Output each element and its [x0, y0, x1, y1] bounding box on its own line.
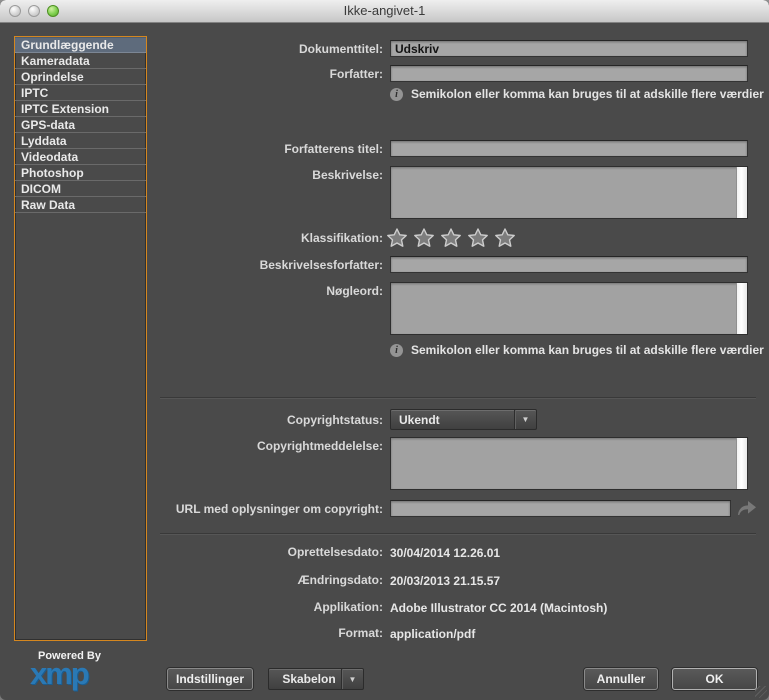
copyright-url-label: URL med oplysninger om copyright: — [175, 502, 383, 516]
template-dropdown-button[interactable]: Skabelon ▼ — [268, 668, 364, 690]
author-title-label: Forfatterens titel: — [284, 142, 383, 156]
hint-text: Semikolon eller komma kan bruges til at … — [411, 343, 764, 357]
description-textbox — [390, 166, 748, 219]
hint-text: Semikolon eller komma kan bruges til at … — [411, 87, 764, 101]
keywords-textbox — [390, 282, 748, 335]
ok-button[interactable]: OK — [672, 668, 757, 690]
copyright-notice-textbox — [390, 437, 748, 490]
sidebar-item-videodata[interactable]: Videodata — [15, 149, 146, 165]
sidebar-item-iptc[interactable]: IPTC — [15, 85, 146, 101]
cancel-button[interactable]: Annuller — [584, 668, 658, 690]
chevron-down-icon: ▼ — [514, 410, 536, 429]
keywords-label: Nøgleord: — [326, 284, 383, 298]
file-info-dialog: Ikke-angivet-1 Grundlæggende Kameradata … — [0, 0, 769, 700]
sidebar-item-lyddata[interactable]: Lyddata — [15, 133, 146, 149]
star-icon[interactable] — [495, 228, 515, 247]
titlebar[interactable]: Ikke-angivet-1 — [0, 0, 769, 23]
rating-stars — [387, 228, 515, 247]
copyright-status-dropdown[interactable]: Ukendt ▼ — [390, 409, 537, 430]
copyright-notice-label: Copyrightmeddelelse: — [256, 439, 383, 453]
star-icon[interactable] — [468, 228, 488, 247]
multi-value-hint: i Semikolon eller komma kan bruges til a… — [390, 343, 764, 357]
document-title-label: Dokumenttitel: — [299, 42, 383, 56]
resize-grip[interactable] — [755, 686, 767, 698]
star-icon[interactable] — [414, 228, 434, 247]
application-label: Applikation: — [313, 600, 383, 614]
star-icon[interactable] — [441, 228, 461, 247]
document-title-input[interactable] — [390, 40, 748, 57]
window-title: Ikke-angivet-1 — [343, 3, 426, 18]
section-divider — [160, 533, 756, 534]
go-to-url-arrow-icon[interactable] — [736, 499, 758, 518]
application-value: Adobe Illustrator CC 2014 (Macintosh) — [390, 601, 608, 615]
info-icon: i — [390, 343, 403, 357]
modified-date-value: 20/03/2013 21.15.57 — [390, 574, 501, 588]
multi-value-hint: i Semikolon eller komma kan bruges til a… — [390, 87, 764, 101]
created-date-label: Oprettelsesdato: — [287, 545, 383, 559]
scrollbar-track[interactable] — [736, 283, 747, 334]
description-writer-label: Beskrivelsesforfatter: — [259, 258, 383, 272]
scrollbar-track[interactable] — [736, 438, 747, 489]
description-textarea[interactable] — [391, 167, 736, 218]
created-date-value: 30/04/2014 12.26.01 — [390, 546, 501, 560]
copyright-url-input[interactable] — [390, 500, 731, 517]
description-label: Beskrivelse: — [312, 168, 383, 182]
scrollbar-track[interactable] — [736, 167, 747, 218]
keywords-textarea[interactable] — [391, 283, 736, 334]
copyright-status-label: Copyrightstatus: — [287, 413, 383, 427]
sidebar-item-grundlaeggende[interactable]: Grundlæggende — [15, 37, 146, 53]
sidebar-item-iptc-extension[interactable]: IPTC Extension — [15, 101, 146, 117]
sidebar-item-oprindelse[interactable]: Oprindelse — [15, 69, 146, 85]
rating-label: Klassifikation: — [300, 231, 383, 245]
settings-button[interactable]: Indstillinger — [167, 668, 253, 690]
copyright-status-value: Ukendt — [399, 412, 440, 427]
info-icon: i — [390, 87, 403, 101]
template-button-label: Skabelon — [282, 672, 336, 686]
author-title-input[interactable] — [390, 140, 748, 157]
author-input[interactable] — [390, 65, 748, 82]
sidebar-item-dicom[interactable]: DICOM — [15, 181, 146, 197]
description-writer-input[interactable] — [390, 256, 748, 273]
sidebar-item-photoshop[interactable]: Photoshop — [15, 165, 146, 181]
sidebar-item-raw-data[interactable]: Raw Data — [15, 197, 146, 213]
xmp-logo: xmp — [30, 656, 90, 691]
modified-date-label: Ændringsdato: — [297, 573, 383, 587]
sidebar-item-kameradata[interactable]: Kameradata — [15, 53, 146, 69]
copyright-notice-textarea[interactable] — [391, 438, 736, 489]
author-label: Forfatter: — [329, 67, 383, 81]
format-label: Format: — [338, 626, 383, 640]
metadata-category-list: Grundlæggende Kameradata Oprindelse IPTC… — [14, 36, 147, 641]
sidebar-item-gps-data[interactable]: GPS-data — [15, 117, 146, 133]
chevron-down-icon: ▼ — [341, 669, 363, 689]
format-value: application/pdf — [390, 627, 476, 641]
star-icon[interactable] — [387, 228, 407, 247]
section-divider — [160, 397, 756, 398]
